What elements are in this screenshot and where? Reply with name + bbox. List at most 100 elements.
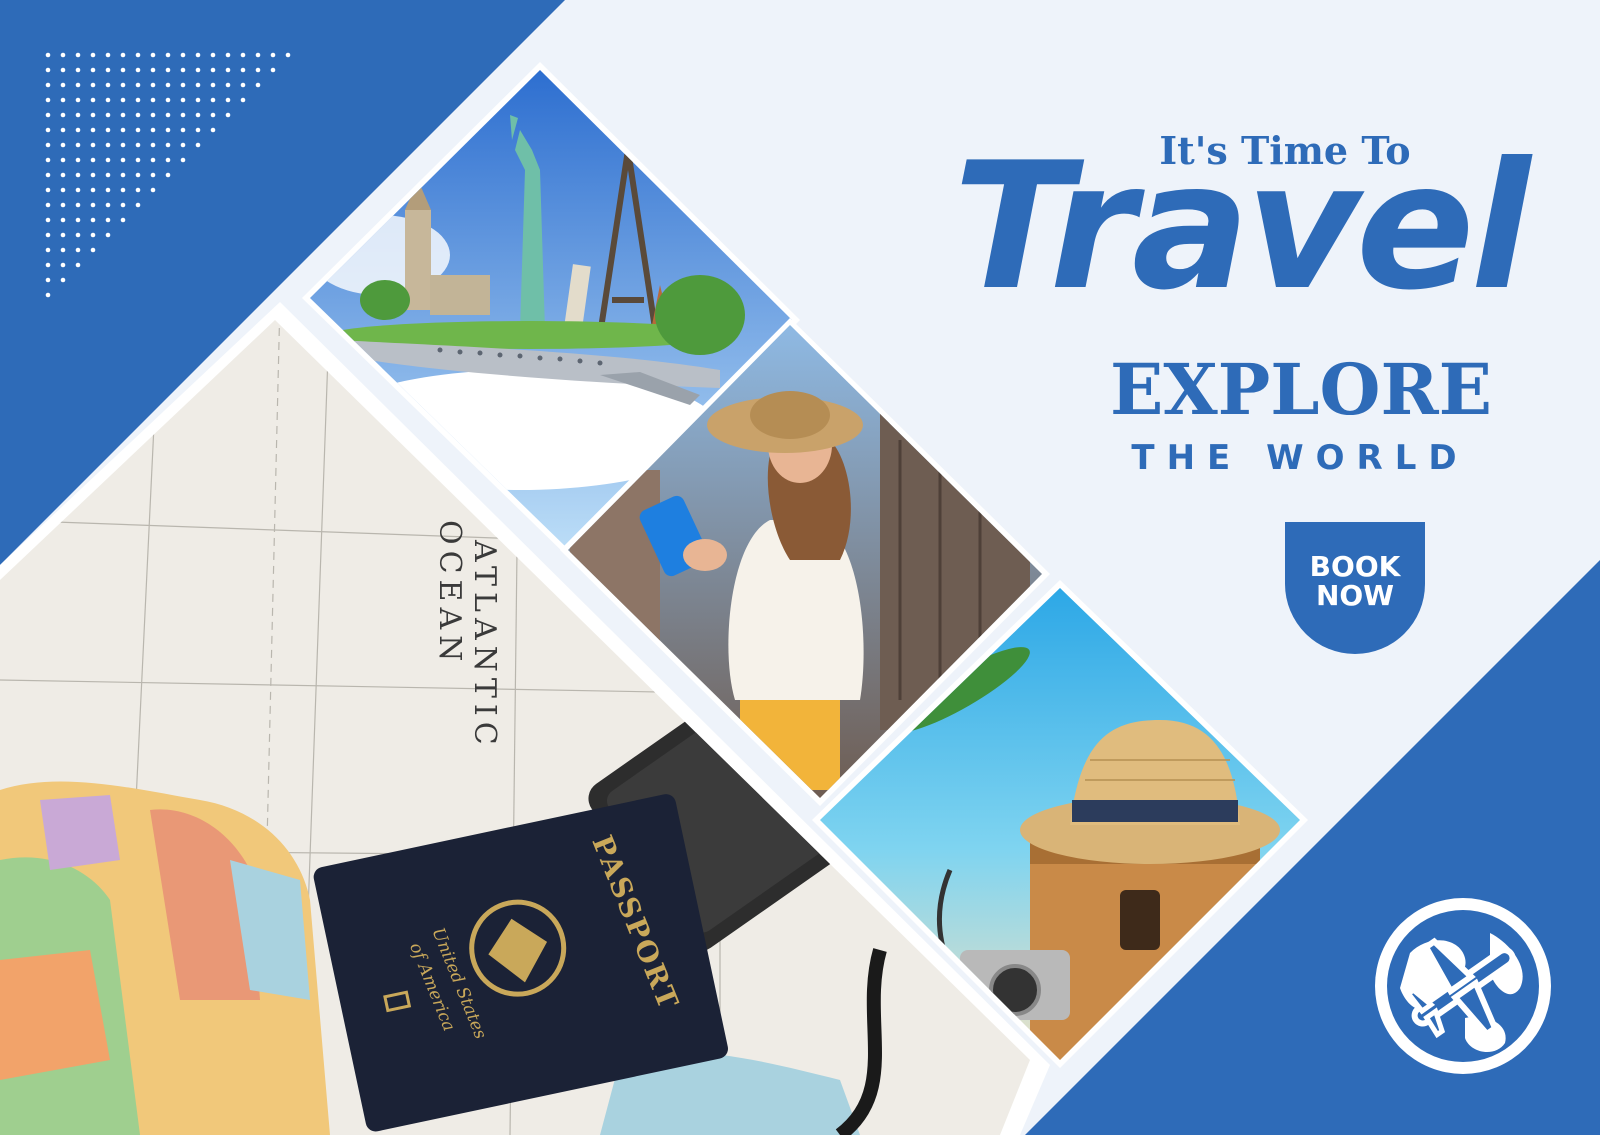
decorative-dot [45, 112, 51, 118]
decorative-dot [60, 67, 66, 73]
decorative-dot [150, 67, 156, 73]
decorative-dot [240, 52, 246, 58]
decorative-dot [45, 157, 51, 163]
decorative-dot [60, 172, 66, 178]
decorative-dot [165, 157, 171, 163]
decorative-dot [120, 112, 126, 118]
decorative-dot [60, 142, 66, 148]
decorative-dot [180, 112, 186, 118]
subhead-explore: EXPLORE [1110, 348, 1493, 431]
decorative-dot [45, 142, 51, 148]
decorative-dot [120, 52, 126, 58]
decorative-dot [120, 172, 126, 178]
decorative-dot [195, 112, 201, 118]
decorative-dot [165, 172, 171, 178]
decorative-dot [60, 277, 66, 283]
decorative-dot [240, 82, 246, 88]
decorative-dot [135, 187, 141, 193]
decorative-dot [75, 52, 81, 58]
decorative-dot [210, 112, 216, 118]
decorative-dot [60, 112, 66, 118]
decorative-dot [195, 82, 201, 88]
decorative-dot [75, 172, 81, 178]
headline-travel: Travel [953, 126, 1530, 329]
decorative-dot [210, 52, 216, 58]
decorative-dot [180, 67, 186, 73]
decorative-dot [60, 217, 66, 223]
decorative-dot [45, 262, 51, 268]
decorative-dot [150, 97, 156, 103]
decorative-dot [285, 52, 291, 58]
decorative-dot [60, 52, 66, 58]
book-now-line2: NOW [1315, 579, 1395, 612]
decorative-dot [60, 262, 66, 268]
decorative-dot [165, 97, 171, 103]
decorative-dot [75, 202, 81, 208]
decorative-dot [210, 97, 216, 103]
decorative-dot [45, 97, 51, 103]
decorative-dot [75, 157, 81, 163]
decorative-dot [150, 112, 156, 118]
globe-airplane-icon [1375, 898, 1551, 1074]
decorative-dot [90, 172, 96, 178]
map-atlantic-label: ATLANTIC [467, 539, 502, 751]
decorative-dot [90, 52, 96, 58]
decorative-dot [150, 172, 156, 178]
decorative-dot [120, 142, 126, 148]
decorative-dot [195, 67, 201, 73]
decorative-dot [135, 52, 141, 58]
decorative-dot [105, 52, 111, 58]
decorative-dot [120, 157, 126, 163]
decorative-dot [45, 187, 51, 193]
decorative-dot [60, 82, 66, 88]
decorative-dot [225, 67, 231, 73]
decorative-dot [75, 97, 81, 103]
map-ocean-label: OCEAN [432, 520, 467, 667]
decorative-dot [45, 232, 51, 238]
decorative-dot [75, 142, 81, 148]
decorative-dot [75, 232, 81, 238]
decorative-dot [180, 97, 186, 103]
decorative-dot [195, 142, 201, 148]
decorative-dot [180, 52, 186, 58]
decorative-dot [240, 67, 246, 73]
decorative-dot [105, 67, 111, 73]
decorative-dot [120, 217, 126, 223]
decorative-dot [135, 97, 141, 103]
decorative-dot [210, 67, 216, 73]
decorative-dot [60, 202, 66, 208]
decorative-dot [120, 82, 126, 88]
decorative-dot [45, 217, 51, 223]
book-now-line1: BOOK [1309, 549, 1401, 583]
decorative-dot [135, 112, 141, 118]
decorative-dot [105, 187, 111, 193]
decorative-dot [60, 187, 66, 193]
decorative-dot [90, 142, 96, 148]
decorative-dot [225, 112, 231, 118]
decorative-dot [105, 127, 111, 133]
decorative-dot [45, 247, 51, 253]
decorative-dot [225, 52, 231, 58]
decorative-dot [195, 97, 201, 103]
decorative-dot [90, 232, 96, 238]
decorative-dot [210, 127, 216, 133]
decorative-dot [105, 82, 111, 88]
decorative-dot [90, 202, 96, 208]
decorative-dot [45, 202, 51, 208]
decorative-dot [105, 217, 111, 223]
decorative-dot [60, 157, 66, 163]
decorative-dot [225, 97, 231, 103]
decorative-dot [195, 127, 201, 133]
decorative-dot [45, 172, 51, 178]
decorative-dot [45, 82, 51, 88]
decorative-dot [210, 82, 216, 88]
decorative-dot [150, 187, 156, 193]
decorative-dot [45, 292, 51, 298]
decorative-dot [75, 127, 81, 133]
decorative-dot [120, 67, 126, 73]
decorative-dot [120, 97, 126, 103]
decorative-dot [75, 82, 81, 88]
decorative-dot [105, 142, 111, 148]
decorative-dot [225, 82, 231, 88]
decorative-dot [270, 52, 276, 58]
